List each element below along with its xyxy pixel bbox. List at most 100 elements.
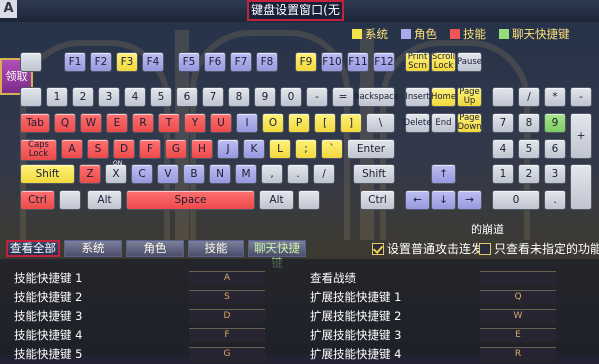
tab-character[interactable]: 角色	[126, 240, 184, 257]
key-f9[interactable]: F9	[295, 52, 317, 72]
key-numlock[interactable]	[492, 87, 514, 107]
key-num-enter[interactable]	[570, 164, 592, 210]
key-left-ctrl[interactable]: Ctrl	[20, 190, 55, 210]
list-item[interactable]: 扩展技能快捷键 3	[310, 326, 401, 345]
key-semicolon[interactable]: ;	[295, 139, 317, 159]
key-num-8[interactable]: 8	[518, 113, 540, 133]
key-4[interactable]: 4	[124, 87, 146, 107]
key-left-alt[interactable]: Alt	[87, 190, 122, 210]
key-0[interactable]: 0	[280, 87, 302, 107]
key-num-1[interactable]: 1	[492, 164, 514, 184]
key-num-minus[interactable]: -	[570, 87, 592, 107]
key-left-shift[interactable]: Shift	[20, 164, 75, 184]
auto-attack-checkbox[interactable]	[372, 242, 384, 255]
key-g[interactable]: G	[165, 139, 187, 159]
key-arrow-right[interactable]: →	[457, 190, 482, 210]
key-win[interactable]	[59, 190, 81, 210]
key-num-2[interactable]: 2	[518, 164, 540, 184]
key-num-4[interactable]: 4	[492, 139, 514, 159]
key-1[interactable]: 1	[46, 87, 68, 107]
list-item[interactable]: 技能快捷键 2	[14, 288, 82, 307]
key-x[interactable]: ON X	[105, 160, 127, 184]
key-s[interactable]: S	[87, 139, 109, 159]
key-left-bracket[interactable]: [	[314, 113, 336, 133]
key-o[interactable]: O	[262, 113, 284, 133]
key-right-alt[interactable]: Alt	[259, 190, 294, 210]
key-num-9[interactable]: 9	[544, 113, 566, 133]
key-f12[interactable]: F12	[373, 52, 395, 72]
key-z[interactable]: Z	[79, 164, 101, 184]
key-l[interactable]: L	[269, 139, 291, 159]
list-item[interactable]: 技能快捷键 3	[14, 307, 82, 326]
binding-slot[interactable]: E	[480, 328, 556, 343]
key-num-3[interactable]: 3	[544, 164, 566, 184]
key-t[interactable]: T	[158, 113, 180, 133]
key-page-down[interactable]: Page Down	[457, 113, 482, 133]
key-h[interactable]: H	[191, 139, 213, 159]
key-comma[interactable]: ,	[261, 164, 283, 184]
list-item[interactable]: 查看战绩	[310, 269, 356, 288]
binding-slot[interactable]: D	[189, 309, 265, 324]
key-9[interactable]: 9	[254, 87, 276, 107]
key-2[interactable]: 2	[72, 87, 94, 107]
key-insert[interactable]: Insert	[405, 87, 430, 107]
key-i[interactable]: I	[236, 113, 258, 133]
key-pause[interactable]: Pause	[457, 52, 482, 72]
list-item[interactable]: 扩展技能快捷键 1	[310, 288, 401, 307]
key-equals[interactable]: =	[332, 87, 354, 107]
unassigned-filter-checkbox[interactable]	[479, 242, 491, 255]
key-a[interactable]: A	[61, 139, 83, 159]
key-q[interactable]: Q	[54, 113, 76, 133]
key-8[interactable]: 8	[228, 87, 250, 107]
key-f[interactable]: F	[139, 139, 161, 159]
key-minus[interactable]: -	[306, 87, 328, 107]
key-menu[interactable]	[298, 190, 320, 210]
key-f10[interactable]: F10	[321, 52, 343, 72]
key-e[interactable]: E	[106, 113, 128, 133]
key-right-shift[interactable]: Shift	[353, 164, 395, 184]
key-f7[interactable]: F7	[230, 52, 252, 72]
key-esc[interactable]	[20, 52, 42, 72]
key-num-decimal[interactable]: .	[544, 190, 566, 210]
key-3[interactable]: 3	[98, 87, 120, 107]
key-d[interactable]: D	[113, 139, 135, 159]
key-u[interactable]: U	[210, 113, 232, 133]
key-f6[interactable]: F6	[204, 52, 226, 72]
binding-slot[interactable]: A	[189, 271, 265, 286]
key-num-6[interactable]: 6	[544, 139, 566, 159]
key-num-0[interactable]: 0	[492, 190, 540, 210]
key-5[interactable]: 5	[150, 87, 172, 107]
key-delete[interactable]: Delete	[404, 113, 431, 133]
key-right-bracket[interactable]: ]	[340, 113, 362, 133]
list-item[interactable]: 技能快捷键 1	[14, 269, 82, 288]
key-f5[interactable]: F5	[178, 52, 200, 72]
key-j[interactable]: J	[217, 139, 239, 159]
key-k[interactable]: K	[243, 139, 265, 159]
key-num-5[interactable]: 5	[518, 139, 540, 159]
key-y[interactable]: Y	[184, 113, 206, 133]
key-b[interactable]: B	[183, 164, 205, 184]
key-caps-lock[interactable]: Caps Lock	[20, 139, 57, 161]
list-item[interactable]: 扩展技能快捷键 2	[310, 307, 401, 326]
key-backtick[interactable]	[20, 87, 42, 107]
binding-slot[interactable]: W	[480, 309, 556, 324]
key-f3[interactable]: F3	[116, 52, 138, 72]
key-arrow-left[interactable]: ←	[405, 190, 430, 210]
auto-attack-option[interactable]: 设置普通攻击连发	[372, 240, 483, 257]
key-r[interactable]: R	[132, 113, 154, 133]
tab-skill[interactable]: 技能	[188, 240, 244, 257]
binding-slot[interactable]: S	[189, 290, 265, 305]
key-home[interactable]: Home	[431, 87, 456, 107]
key-backspace[interactable]: backspace	[354, 87, 399, 107]
key-w[interactable]: W	[80, 113, 102, 133]
tab-system[interactable]: 系统	[64, 240, 122, 257]
key-arrow-down[interactable]: ↓	[431, 190, 456, 210]
tab-chat-shortcut[interactable]: 聊天快捷键	[248, 240, 306, 270]
key-c[interactable]: C	[131, 164, 153, 184]
key-end[interactable]: End	[431, 113, 456, 133]
key-enter[interactable]: Enter	[347, 139, 395, 159]
key-page-up[interactable]: Page Up	[457, 87, 482, 107]
key-quote[interactable]: `	[321, 139, 343, 159]
key-6[interactable]: 6	[176, 87, 198, 107]
key-f8[interactable]: F8	[256, 52, 278, 72]
